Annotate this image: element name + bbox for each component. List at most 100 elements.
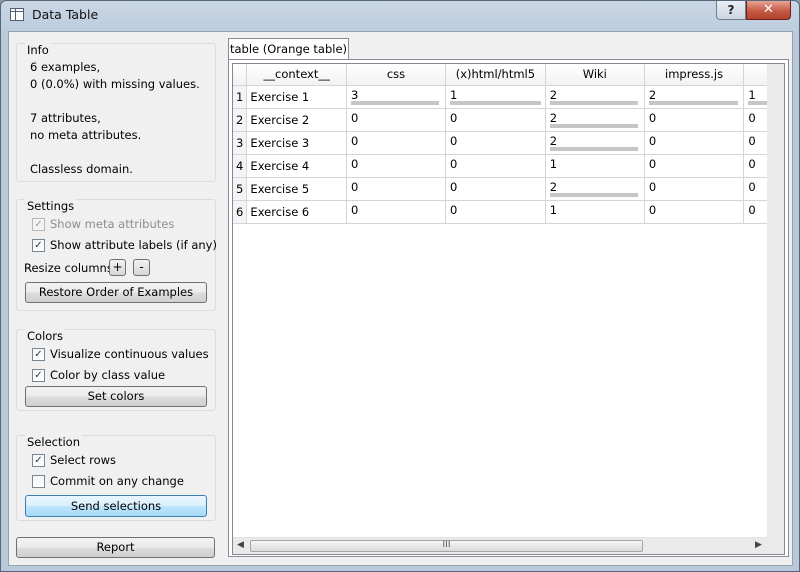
data-table: __context__ css (x)html/html5 Wiki impre…: [233, 64, 784, 224]
table-cell[interactable]: 0: [346, 108, 447, 132]
cell-value: 0: [748, 179, 756, 194]
report-button[interactable]: Report: [16, 537, 215, 558]
table-cell[interactable]: 3: [346, 85, 447, 109]
scrollbar-thumb[interactable]: III: [250, 540, 643, 552]
table-cell[interactable]: 0: [445, 154, 546, 178]
info-attributes: 7 attributes,: [30, 111, 101, 125]
close-button[interactable]: ✕: [746, 1, 791, 20]
cell-value: 0: [748, 202, 756, 217]
table-cell[interactable]: 0: [445, 108, 546, 132]
row-context-cell[interactable]: Exercise 2: [246, 108, 348, 132]
table-cell[interactable]: 2: [545, 85, 645, 109]
table-cell[interactable]: 0: [346, 131, 447, 155]
help-button[interactable]: ?: [716, 1, 746, 20]
value-bar: [549, 100, 639, 105]
visualize-values-label: Visualize continuous values: [50, 347, 209, 361]
show-meta-label: Show meta attributes: [50, 217, 175, 231]
tab-orange-table[interactable]: table (Orange table): [228, 38, 349, 60]
row-context-cell[interactable]: Exercise 1: [246, 85, 348, 109]
column-header-impressjs[interactable]: impress.js: [644, 64, 745, 86]
row-number[interactable]: 3: [233, 131, 248, 155]
table-cell[interactable]: 0: [644, 108, 745, 132]
scroll-right-icon[interactable]: ▶: [755, 540, 762, 550]
cell-value: 0: [351, 110, 359, 125]
row-number[interactable]: 2: [233, 108, 248, 132]
table-cell[interactable]: 2: [644, 85, 745, 109]
table-row[interactable]: 3 Exercise 300200: [233, 131, 784, 155]
table-cell[interactable]: 1: [545, 200, 645, 224]
table-row[interactable]: 5 Exercise 500200: [233, 177, 784, 201]
table-cell[interactable]: 1: [445, 85, 546, 109]
horizontal-scrollbar[interactable]: ◀ III ▶: [233, 537, 770, 554]
settings-group: Settings ✓ Show meta attributes ✓ Show a…: [16, 199, 217, 311]
cell-value: 0: [648, 179, 657, 194]
table-cell[interactable]: 0: [346, 154, 447, 178]
row-number[interactable]: 6: [233, 200, 248, 224]
cell-value: 0: [648, 156, 657, 171]
row-context-cell[interactable]: Exercise 4: [246, 154, 348, 178]
table-cell[interactable]: 2: [545, 131, 645, 155]
row-context-cell[interactable]: Exercise 6: [246, 200, 348, 224]
info-group: Info 6 examples, 0 (0.0%) with missing v…: [16, 43, 216, 182]
table-cell[interactable]: 0: [644, 200, 745, 224]
info-domain: Classless domain.: [30, 162, 133, 176]
checkbox-box[interactable]: ✓: [32, 239, 45, 252]
table-row[interactable]: 1 Exercise 131221: [233, 85, 784, 109]
cell-value: 0: [748, 110, 756, 125]
cell-value: 2: [648, 87, 657, 102]
table-cell[interactable]: 2: [545, 108, 645, 132]
cell-value: 2: [549, 110, 558, 125]
table-cell[interactable]: 0: [445, 200, 546, 224]
column-header-context[interactable]: __context__: [246, 64, 348, 86]
row-number[interactable]: 1: [233, 85, 248, 109]
cell-value: 0: [351, 202, 359, 217]
table-window-icon: [10, 8, 24, 21]
send-selections-button[interactable]: Send selections: [25, 495, 207, 517]
restore-order-button[interactable]: Restore Order of Examples: [25, 282, 207, 303]
table-row[interactable]: 4 Exercise 400100: [233, 154, 784, 178]
table-cell[interactable]: 0: [445, 131, 546, 155]
cell-value: 2: [549, 179, 558, 194]
cell-value: 2: [549, 87, 558, 102]
header-row: __context__ css (x)html/html5 Wiki impre…: [233, 64, 784, 86]
checkbox-box[interactable]: [32, 475, 45, 488]
checkbox-box[interactable]: ✓: [32, 218, 45, 231]
table-cell[interactable]: 0: [445, 177, 546, 201]
cell-value: 1: [450, 87, 458, 102]
column-header-html[interactable]: (x)html/html5: [445, 64, 546, 86]
decrease-column-width-button[interactable]: -: [133, 259, 150, 276]
value-bar: [450, 100, 541, 105]
value-bar: [351, 100, 440, 105]
cell-value: 0: [351, 133, 359, 148]
vertical-scrollbar[interactable]: [767, 64, 784, 554]
colors-group: Colors ✓ Visualize continuous values ✓ C…: [16, 329, 216, 411]
cell-value: 0: [351, 179, 359, 194]
table-cell[interactable]: 0: [644, 131, 745, 155]
cell-value: 2: [549, 133, 558, 148]
table-cell[interactable]: 0: [346, 177, 447, 201]
cell-value: 0: [648, 202, 657, 217]
set-colors-button[interactable]: Set colors: [25, 386, 207, 407]
title-bar: Data Table ? ✕: [1, 1, 799, 30]
checkbox-box[interactable]: ✓: [32, 369, 45, 382]
row-number[interactable]: 4: [233, 154, 248, 178]
row-number[interactable]: 5: [233, 177, 248, 201]
table-row[interactable]: 6 Exercise 600100: [233, 200, 784, 224]
table-cell[interactable]: 0: [644, 154, 745, 178]
checkbox-box[interactable]: ✓: [32, 454, 45, 467]
table-cell[interactable]: 0: [644, 177, 745, 201]
table-row[interactable]: 2 Exercise 200200: [233, 108, 784, 132]
column-header-css[interactable]: css: [346, 64, 447, 86]
row-context-cell[interactable]: Exercise 3: [246, 131, 348, 155]
increase-column-width-button[interactable]: +: [109, 259, 126, 276]
selection-group: Selection ✓ Select rows Commit on any ch…: [16, 435, 216, 521]
row-context-cell[interactable]: Exercise 5: [246, 177, 348, 201]
info-examples: 6 examples,: [30, 60, 101, 74]
corner-header[interactable]: [233, 64, 248, 86]
scroll-left-icon[interactable]: ◀: [237, 540, 244, 550]
table-cell[interactable]: 2: [545, 177, 645, 201]
table-cell[interactable]: 0: [346, 200, 447, 224]
column-header-wiki[interactable]: Wiki: [545, 64, 645, 86]
table-cell[interactable]: 1: [545, 154, 645, 178]
checkbox-box[interactable]: ✓: [32, 348, 45, 361]
